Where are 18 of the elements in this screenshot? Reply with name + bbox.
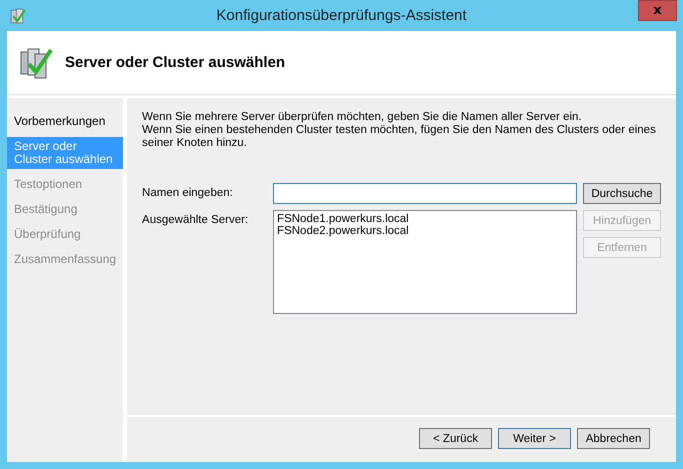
list-item[interactable]: FSNode2.powerkurs.local xyxy=(277,225,574,237)
server-list[interactable]: FSNode1.powerkurs.local FSNode2.powerkurs.local xyxy=(273,210,578,314)
server-check-icon xyxy=(9,6,27,24)
wizard-button[interactable]: Abbrechen xyxy=(577,428,650,449)
window-title: Konfigurationsüberprüfungs-Assistent xyxy=(216,7,467,24)
field-label: Ausgewählte Server: xyxy=(142,213,250,226)
wizard-button[interactable]: Weiter > xyxy=(498,428,572,449)
instruction-text: Wenn Sie einen bestehenden Cluster testen möchten, fügen Sie den Namen des Clusters oder eines seiner Knoten hinzu. xyxy=(142,124,657,150)
list-item[interactable]: FSNode1.powerkurs.local xyxy=(277,213,574,225)
browse-button[interactable]: Durchsuche xyxy=(583,183,662,204)
field-label: Namen eingeben: xyxy=(142,186,234,199)
server-check-icon xyxy=(19,46,53,80)
name-input[interactable] xyxy=(273,183,578,204)
instruction-text: Wenn Sie mehrere Server überprüfen möchten, geben Sie die Namen aller Server ein. xyxy=(142,111,583,124)
close-button[interactable]: x xyxy=(638,0,677,21)
nav-item[interactable]: Vorbemerkungen xyxy=(7,112,124,131)
page-title: Server oder Cluster auswählen xyxy=(65,54,286,71)
wizard-button[interactable]: < Zurück xyxy=(419,428,492,449)
